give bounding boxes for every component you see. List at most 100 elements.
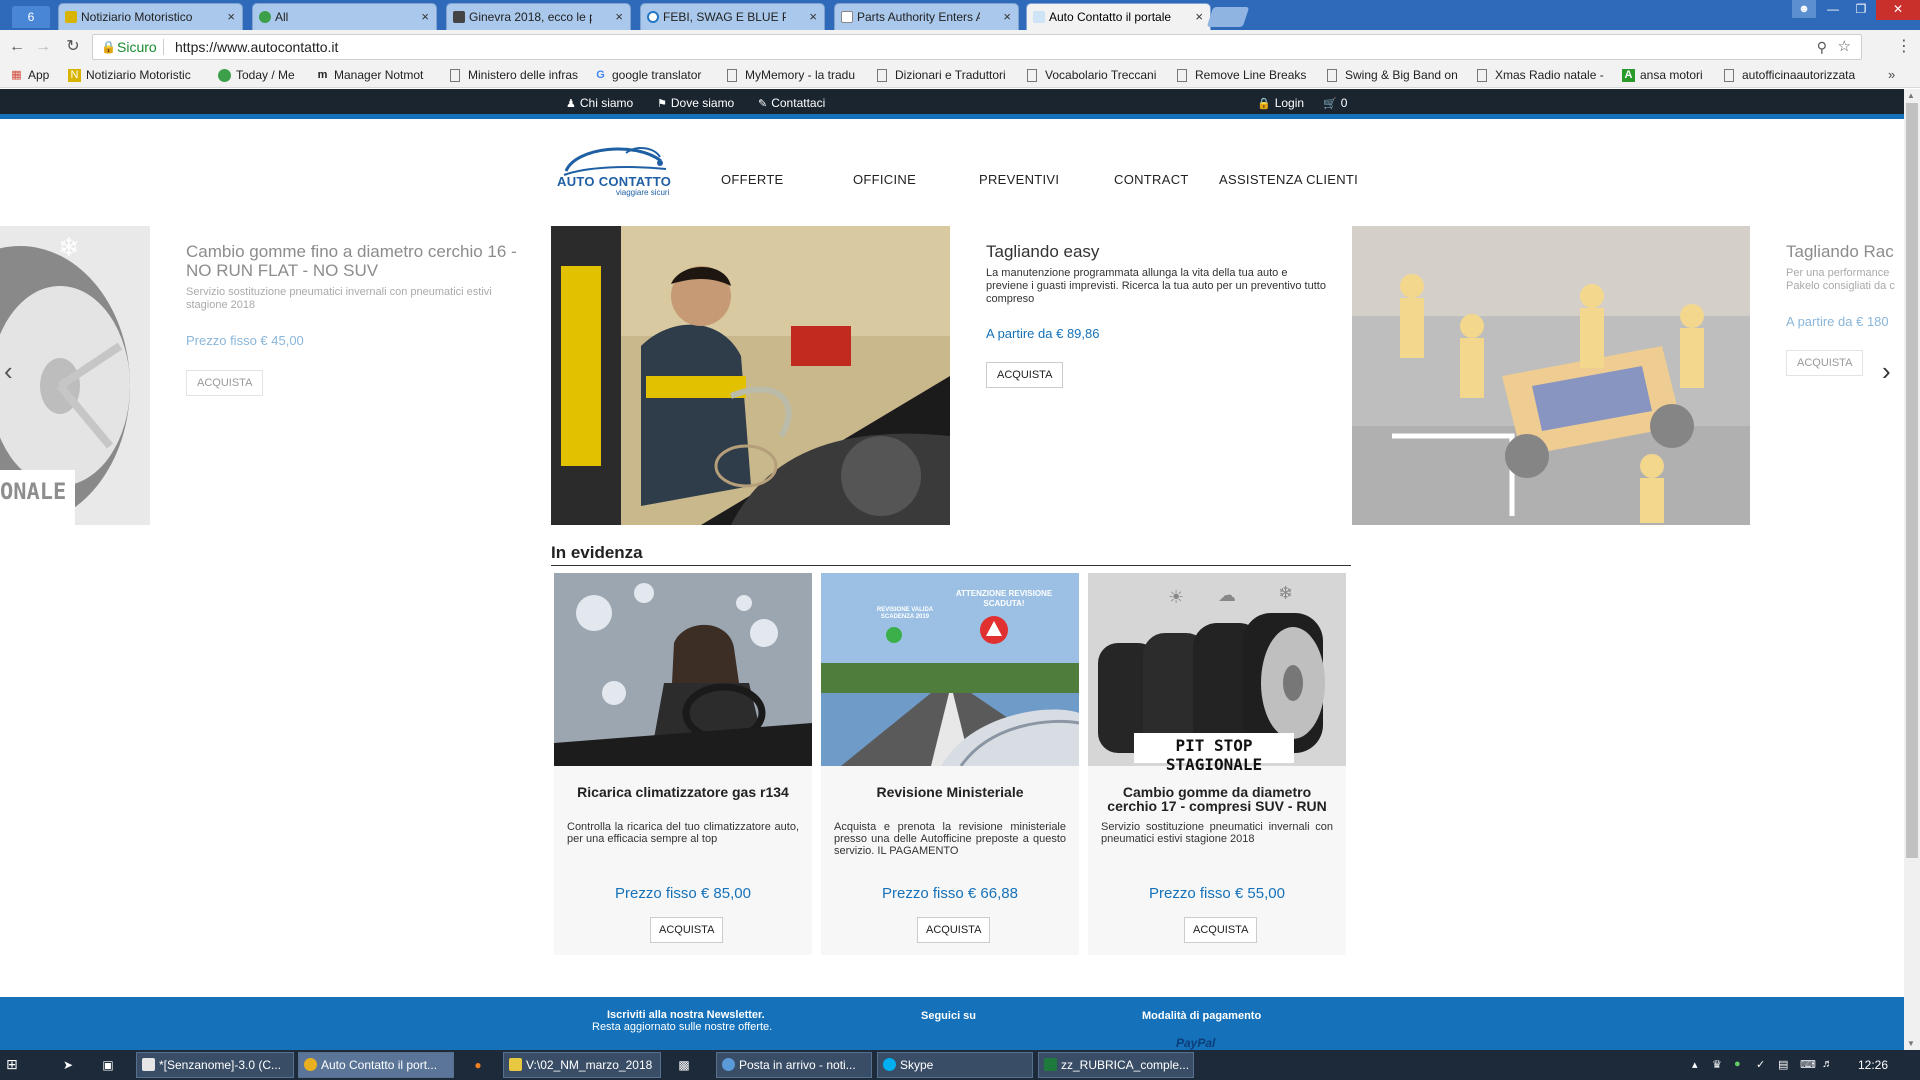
tray-volume-icon[interactable]: ♬ bbox=[1822, 1058, 1833, 1070]
bookmark-manager-notmot[interactable]: m Manager Notmot bbox=[316, 68, 436, 82]
cart-icon: 🛒 bbox=[1323, 98, 1337, 110]
tab-app-button[interactable]: 6 bbox=[12, 6, 50, 28]
app-window-icon[interactable]: ▩ bbox=[676, 1057, 692, 1073]
ansa-favicon-icon: A bbox=[1622, 69, 1635, 82]
page-icon bbox=[1477, 69, 1487, 82]
firefox-icon[interactable]: ● bbox=[470, 1057, 486, 1073]
slide-3-buy-button[interactable]: ACQUISTA bbox=[1786, 350, 1864, 376]
google-favicon-icon: G bbox=[596, 69, 605, 81]
menu-contract[interactable]: CONTRACT bbox=[1114, 172, 1189, 187]
bookmark-remove-line-breaks[interactable]: Remove Line Breaks bbox=[1177, 68, 1309, 82]
windows-start-icon[interactable]: ⊞ bbox=[6, 1056, 26, 1074]
card-2-price: Prezzo fisso € 66,88 bbox=[882, 885, 1018, 902]
tab-febi[interactable]: FEBI, SWAG E BLUE PRIN × bbox=[640, 3, 825, 30]
quick-launch-icon[interactable]: ▣ bbox=[100, 1057, 116, 1073]
card-2-image-badge: ATTENZIONE REVISIONE SCADUTA! bbox=[955, 589, 1053, 608]
new-tab-button[interactable] bbox=[1206, 7, 1250, 27]
slide-2-price: A partire da € 89,86 bbox=[986, 326, 1100, 341]
bookmark-notiziario[interactable]: N Notiziario Motoristic bbox=[68, 68, 206, 82]
bookmark-dizionari[interactable]: Dizionari e Traduttori bbox=[877, 68, 1009, 82]
chi-siamo-link[interactable]: ♟ Chi siamo bbox=[566, 96, 633, 110]
page-scrollbar[interactable]: ▲ ▼ bbox=[1904, 89, 1920, 1050]
back-arrow-icon[interactable]: ← bbox=[6, 36, 28, 58]
slide-2-title: Tagliando easy bbox=[986, 242, 1100, 261]
card-2-buy-button[interactable]: ACQUISTA bbox=[917, 917, 991, 943]
card-1-buy-button[interactable]: ACQUISTA bbox=[650, 917, 724, 943]
card-2-image-badge-valid: REVISIONE VALIDA SCADENZA 2019 bbox=[876, 607, 934, 620]
taskbar-item-autocontatto[interactable]: Auto Contatto il port... bbox=[298, 1052, 454, 1078]
close-icon[interactable]: × bbox=[227, 4, 235, 30]
close-icon[interactable]: × bbox=[1195, 4, 1203, 30]
tray-app-icon[interactable]: ♛ bbox=[1712, 1058, 1722, 1071]
taskbar-item-senzanome[interactable]: *[Senzanome]-3.0 (C... bbox=[136, 1052, 294, 1078]
window-close-icon[interactable]: ✕ bbox=[1876, 0, 1920, 20]
scrollbar-thumb[interactable] bbox=[1906, 103, 1918, 858]
tab-notiziario[interactable]: Notiziario Motoristico × bbox=[58, 3, 243, 30]
menu-assistenza-clienti[interactable]: ASSISTENZA CLIENTI bbox=[1219, 172, 1358, 187]
taskbar-item-rubrica[interactable]: zz_RUBRICA_comple... bbox=[1038, 1052, 1194, 1078]
contattaci-link[interactable]: ✎ Contattaci bbox=[758, 96, 825, 110]
tab-ginevra[interactable]: Ginevra 2018, ecco le pri × bbox=[446, 3, 631, 30]
bookmarks-more-button[interactable]: » bbox=[1888, 67, 1895, 82]
browser-toolbar: ← → ↻ 🔒 Sicuro https://www.autocontatto.… bbox=[0, 30, 1920, 64]
menu-officine[interactable]: OFFICINE bbox=[853, 172, 916, 187]
user-profile-icon[interactable]: ☻ bbox=[1792, 0, 1816, 18]
slide-2-buy-button[interactable]: ACQUISTA bbox=[986, 362, 1064, 388]
paypal-logo: PayPal bbox=[1176, 1036, 1216, 1050]
logo-tagline: viaggiare sicuri bbox=[616, 188, 670, 197]
skype-icon bbox=[883, 1058, 896, 1071]
browser-menu-icon[interactable]: ⋮ bbox=[1896, 36, 1912, 56]
card-3-buy-button[interactable]: ACQUISTA bbox=[1184, 917, 1258, 943]
dove-siamo-link[interactable]: ⚑ Dove siamo bbox=[657, 96, 734, 110]
bookmark-treccani[interactable]: Vocabolario Treccani bbox=[1027, 68, 1159, 82]
zoom-icon[interactable]: ⚲ bbox=[1817, 35, 1827, 59]
taskbar-item-folder[interactable]: V:\02_NM_marzo_2018 bbox=[503, 1052, 661, 1078]
slider-prev-chevron-icon[interactable]: ‹ bbox=[4, 356, 13, 387]
scroll-down-icon[interactable]: ▼ bbox=[1907, 1039, 1915, 1048]
reload-icon[interactable]: ↻ bbox=[62, 36, 84, 58]
bookmark-xmas-radio[interactable]: Xmas Radio natale - bbox=[1477, 68, 1607, 82]
bookmark-mymemory[interactable]: MyMemory - la tradu bbox=[727, 68, 859, 82]
tray-status-icon[interactable]: ● bbox=[1734, 1058, 1741, 1070]
restore-icon[interactable]: ❐ bbox=[1846, 0, 1876, 20]
close-icon[interactable]: × bbox=[615, 4, 623, 30]
taskbar-item-posta[interactable]: Posta in arrivo - noti... bbox=[716, 1052, 872, 1078]
slide-1-buy-button[interactable]: ACQUISTA bbox=[186, 370, 264, 396]
bookmark-swing[interactable]: Swing & Big Band on bbox=[1327, 68, 1459, 82]
url-text: https://www.autocontatto.it bbox=[175, 39, 339, 55]
slider-next-chevron-icon[interactable]: › bbox=[1882, 356, 1891, 387]
tab-autocontatto[interactable]: Auto Contatto il portale × bbox=[1026, 3, 1211, 30]
apps-grid-icon: ▦ bbox=[11, 69, 22, 81]
evernote-favicon-icon bbox=[218, 69, 231, 82]
tray-security-icon[interactable]: ✓ bbox=[1756, 1058, 1765, 1071]
tray-keyboard-icon[interactable]: ⌨ bbox=[1800, 1058, 1816, 1071]
tab-all[interactable]: All × bbox=[252, 3, 437, 30]
menu-preventivi[interactable]: PREVENTIVI bbox=[979, 172, 1059, 187]
address-bar[interactable]: 🔒 Sicuro https://www.autocontatto.it ⚲ ☆ bbox=[92, 34, 1862, 60]
tray-expand-icon[interactable]: ▴ bbox=[1692, 1058, 1698, 1071]
scroll-up-icon[interactable]: ▲ bbox=[1907, 91, 1915, 100]
tray-network-icon[interactable]: ▤ bbox=[1778, 1058, 1788, 1071]
bookmark-ministero[interactable]: Ministero delle infras bbox=[450, 68, 580, 82]
bookmark-ansa-motori[interactable]: Aansa motori bbox=[1622, 68, 1712, 82]
bookmark-today[interactable]: Today / Me bbox=[218, 68, 308, 82]
bookmark-google-translator[interactable]: Ggoogle translator bbox=[594, 68, 714, 82]
slide-1-title: Cambio gomme fino a diametro cerchio 16 … bbox=[186, 242, 517, 280]
login-link[interactable]: 🔒 Login bbox=[1257, 96, 1304, 110]
bookmark-apps[interactable]: ▦ App bbox=[10, 68, 70, 82]
card-1-desc: Controlla la ricarica del tuo climatizza… bbox=[567, 821, 799, 845]
close-icon[interactable]: × bbox=[1003, 4, 1011, 30]
bookmark-star-icon[interactable]: ☆ bbox=[1838, 35, 1851, 59]
close-icon[interactable]: × bbox=[809, 4, 817, 30]
minimize-icon[interactable]: — bbox=[1818, 0, 1848, 20]
tab-parts-authority[interactable]: Parts Authority Enters Ag × bbox=[834, 3, 1019, 30]
close-icon[interactable]: × bbox=[421, 4, 429, 30]
menu-offerte[interactable]: OFFERTE bbox=[721, 172, 784, 187]
map-icon: ⚑ bbox=[657, 98, 667, 110]
cart-link[interactable]: 🛒 0 bbox=[1323, 96, 1347, 110]
taskbar-item-skype[interactable]: Skype bbox=[877, 1052, 1033, 1078]
bookmark-autofficina[interactable]: autofficinaautorizzata bbox=[1724, 68, 1874, 82]
section-title-in-evidenza: In evidenza bbox=[551, 543, 643, 562]
forward-arrow-icon[interactable]: → bbox=[32, 36, 54, 58]
show-desktop-icon[interactable]: ➤ bbox=[60, 1057, 76, 1073]
